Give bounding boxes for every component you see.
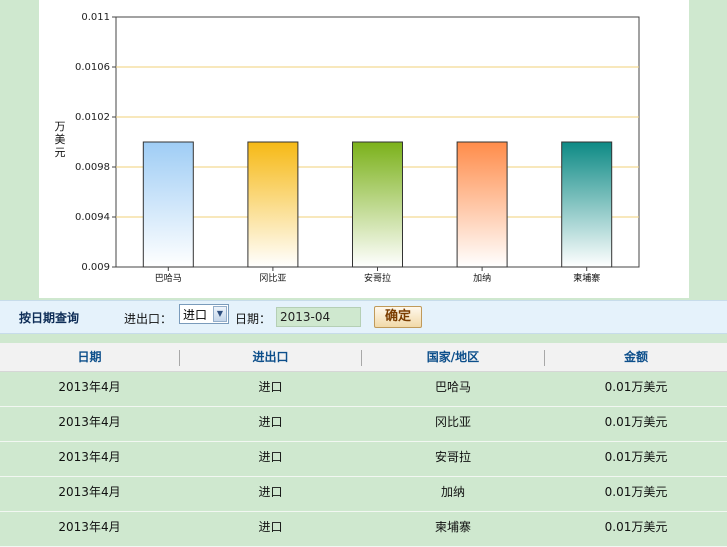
cell-import-export: 进口 [258, 380, 283, 394]
x-tick-label: 巴哈马 [155, 272, 182, 284]
table-row: 2013年4月 进口 加纳 0.01万美元 [0, 477, 727, 512]
column-header-date: 日期 [77, 350, 102, 364]
cell-import-export: 进口 [258, 415, 283, 429]
cell-amount: 0.01万美元 [604, 520, 668, 534]
x-tick-label: 柬埔寨 [573, 272, 600, 284]
bar-chart: 0.009 0.0094 0.0098 0.0102 0.0106 0.011 巴哈马 冈比亚… [75, 12, 640, 284]
cell-amount: 0.01万美元 [604, 380, 668, 394]
date-input[interactable]: 2013-04 [276, 307, 361, 327]
bar [352, 141, 403, 268]
y-tick-label: 0.009 [81, 262, 110, 273]
cell-import-export: 进口 [258, 520, 283, 534]
import-export-selected-value: 进口 [183, 308, 208, 322]
y-tick-label: 0.011 [81, 12, 110, 23]
table-row: 2013年4月 进口 冈比亚 0.01万美元 [0, 407, 727, 442]
chart-panel: 0.009 0.0094 0.0098 0.0102 0.0106 0.011 巴哈马 冈比亚… [39, 0, 689, 298]
column-header-import-export: 进出口 [252, 350, 289, 364]
cell-import-export: 进口 [258, 485, 283, 499]
x-tick-label: 加纳 [473, 272, 491, 284]
y-tick-label: 0.0106 [75, 62, 110, 73]
table-header: 日期 进出口 国家/地区 金额 [0, 343, 727, 372]
cell-date: 2013年4月 [58, 450, 121, 464]
cell-date: 2013年4月 [58, 380, 121, 394]
cell-country: 柬埔寨 [434, 520, 471, 534]
cell-country: 巴哈马 [434, 380, 471, 394]
cell-date: 2013年4月 [58, 520, 121, 534]
bar [247, 141, 299, 268]
y-tick-label: 0.0102 [75, 112, 110, 123]
cell-country: 加纳 [440, 485, 465, 499]
cell-country: 冈比亚 [434, 415, 471, 429]
table-row: 2013年4月 进口 巴哈马 0.01万美元 [0, 372, 727, 407]
confirm-button[interactable]: 确定 [374, 306, 422, 328]
date-label: 日期： [235, 312, 272, 326]
cell-country: 安哥拉 [434, 450, 471, 464]
cell-import-export: 进口 [258, 450, 283, 464]
y-axis-label: 万美元 [54, 120, 66, 159]
data-table: 日期 进出口 国家/地区 金额 2013年4月 进口 巴哈马 0.01万美元 2… [0, 343, 727, 547]
y-tick-label: 0.0098 [75, 162, 110, 173]
cell-amount: 0.01万美元 [604, 450, 668, 464]
column-header-amount: 金额 [623, 350, 648, 364]
column-header-country: 国家/地区 [426, 350, 480, 364]
bar [561, 141, 613, 268]
import-export-select[interactable]: 进口 ▼ [179, 304, 229, 324]
cell-date: 2013年4月 [58, 415, 121, 429]
bar [456, 141, 508, 268]
date-filter-bar: 按日期查询 进出口： 进口 ▼ 日期： 2013-04 确定 [0, 300, 727, 334]
x-tick-label: 安哥拉 [364, 272, 391, 284]
table-row: 2013年4月 进口 安哥拉 0.01万美元 [0, 442, 727, 477]
bar [142, 141, 194, 268]
cell-date: 2013年4月 [58, 485, 121, 499]
x-tick-label: 冈比亚 [259, 272, 286, 284]
filter-title: 按日期查询 [19, 311, 80, 325]
cell-amount: 0.01万美元 [604, 415, 668, 429]
cell-amount: 0.01万美元 [604, 485, 668, 499]
table-row: 2013年4月 进口 柬埔寨 0.01万美元 [0, 512, 727, 547]
import-export-label: 进出口： [124, 312, 173, 326]
y-tick-label: 0.0094 [75, 212, 110, 223]
chevron-down-icon[interactable]: ▼ [213, 306, 227, 322]
